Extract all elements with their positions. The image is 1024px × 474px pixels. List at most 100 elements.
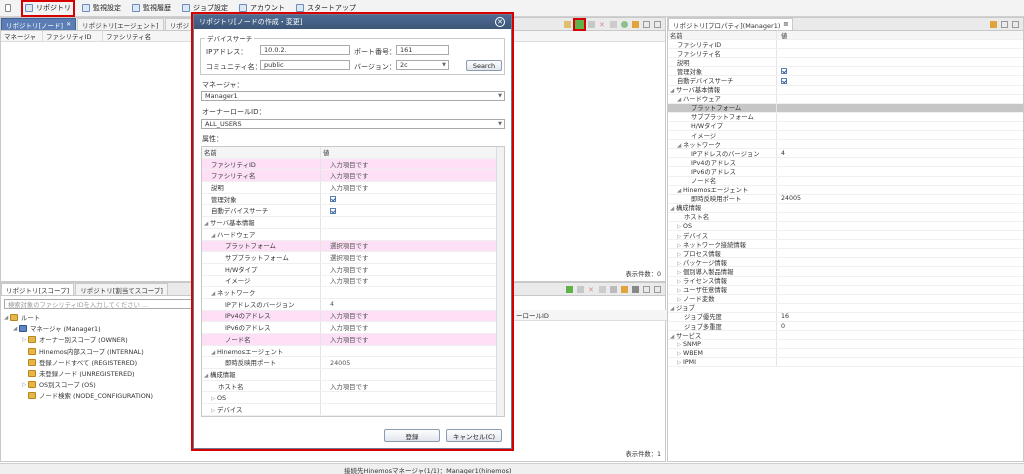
attribute-value[interactable]: 入力項目です <box>320 170 504 182</box>
tree-item[interactable]: 未登録ノード (UNREGISTERED) <box>4 368 194 379</box>
close-icon[interactable]: ✕ <box>495 17 505 27</box>
facility-search-input[interactable]: 検索対象のファシリティIDを入力してください ... <box>4 299 192 309</box>
delete-icon[interactable]: ✕ <box>588 286 595 294</box>
attribute-value[interactable] <box>320 217 504 228</box>
attribute-row[interactable]: ◢ 構成情報 <box>202 369 504 381</box>
attribute-value[interactable] <box>320 345 504 357</box>
manager-select[interactable]: Manager1 ▼ <box>201 91 505 101</box>
attribute-row[interactable]: 自動デバイスサーチ <box>202 205 504 218</box>
toolbar-button-4[interactable]: ジョブ設定 <box>180 2 230 15</box>
column-facility-name[interactable]: ファシリティ名 <box>103 30 193 42</box>
property-row[interactable]: ▷ WBEM <box>668 349 1023 359</box>
attribute-value[interactable]: 4 <box>320 298 504 310</box>
attribute-value[interactable] <box>320 392 504 404</box>
attribute-value[interactable]: 入力項目です <box>320 182 504 193</box>
add-icon[interactable] <box>566 285 573 293</box>
port-field[interactable]: 161 <box>396 45 449 55</box>
property-row[interactable]: ◢ サービス <box>668 331 1023 341</box>
filter-icon[interactable] <box>621 285 628 293</box>
attribute-row[interactable]: プラットフォーム 選択項目です <box>202 240 504 253</box>
attribute-value[interactable]: 入力項目です <box>320 322 504 333</box>
attribute-row[interactable]: IPv6のアドレス 入力項目です <box>202 322 504 334</box>
attribute-row[interactable]: ◢ Hinemosエージェント <box>202 345 504 358</box>
attribute-row[interactable]: ◢ ネットワーク <box>202 287 504 299</box>
register-button[interactable]: 登録 <box>384 429 440 442</box>
maximize-icon[interactable] <box>654 20 661 28</box>
property-row[interactable]: ホスト名 <box>668 212 1023 222</box>
attribute-row[interactable]: イメージ 入力項目です <box>202 275 504 288</box>
property-row[interactable]: ▷ SNMP <box>668 340 1023 350</box>
tree-item[interactable]: 登録ノードすべて (REGISTERED) <box>4 357 194 368</box>
attribute-row[interactable]: ファシリティID 入力項目です <box>202 158 504 171</box>
close-icon[interactable]: ⊠ <box>783 21 788 28</box>
attribute-value[interactable] <box>320 228 504 240</box>
filter-icon[interactable] <box>990 20 997 28</box>
attribute-value[interactable]: 24005 <box>320 357 504 369</box>
release-icon[interactable] <box>610 285 617 293</box>
attribute-value[interactable] <box>320 369 504 380</box>
attribute-value[interactable] <box>320 193 504 205</box>
tab-repository-node[interactable]: リポジトリ[ノード] ✕ <box>1 18 77 30</box>
attribute-value[interactable]: 選択項目です <box>320 240 504 252</box>
toolbar-button-6[interactable]: スタートアップ <box>294 2 358 15</box>
tree-item[interactable]: ▷ OS別スコープ (OS) <box>4 379 194 390</box>
filter-icon[interactable] <box>632 20 639 28</box>
tree-item[interactable]: ◢ マネージャ (Manager1) <box>4 323 194 334</box>
toolbar-button-5[interactable]: アカウント <box>237 2 287 15</box>
minimize-icon[interactable] <box>643 20 650 28</box>
copy-icon[interactable] <box>610 20 617 28</box>
toolbar-button-3[interactable]: 監視履歴 <box>130 2 173 15</box>
attribute-row[interactable]: ◢ ハードウェア <box>202 228 504 241</box>
attribute-value[interactable]: 選択項目です <box>320 252 504 263</box>
attribute-row[interactable]: ホスト名 入力項目です <box>202 380 504 393</box>
column-facility-id[interactable]: ファシリティID <box>43 30 103 42</box>
cancel-button[interactable]: キャンセル(C) <box>446 429 502 442</box>
attribute-value[interactable] <box>320 205 504 217</box>
toolbar-button-2[interactable]: 監視設定 <box>80 2 123 15</box>
checkbox-icon[interactable] <box>330 207 336 214</box>
tab-repository-agent[interactable]: リポジトリ[エージェント] <box>77 18 164 30</box>
minimize-icon[interactable] <box>643 285 650 293</box>
delete-icon[interactable]: ✕ <box>599 21 606 29</box>
attribute-row[interactable]: ファシリティ名 入力項目です <box>202 170 504 183</box>
property-row[interactable]: ▷ IPMI <box>668 358 1023 368</box>
close-icon[interactable]: ✕ <box>66 21 71 28</box>
grid-icon[interactable] <box>564 20 571 28</box>
attribute-value[interactable]: 入力項目です <box>320 310 504 322</box>
attribute-value[interactable] <box>320 404 504 415</box>
attribute-row[interactable]: IPv4のアドレス 入力項目です <box>202 310 504 323</box>
owner-role-select[interactable]: ALL_USERS ▼ <box>201 119 505 129</box>
scope-icon[interactable] <box>632 285 639 293</box>
tree-item[interactable]: ▷ オーナー別スコープ (OWNER) <box>4 334 194 345</box>
column-manager[interactable]: マネージャ <box>1 30 43 42</box>
tab-repository-assigned-scope[interactable]: リポジトリ[割当てスコープ] <box>75 283 168 295</box>
attribute-value[interactable]: 入力項目です <box>320 263 504 275</box>
attribute-value[interactable]: 入力項目です <box>320 275 504 287</box>
maximize-icon[interactable] <box>654 285 661 293</box>
tree-item[interactable]: Hinemos内部スコープ (INTERNAL) <box>4 346 194 357</box>
tab-repository-scope[interactable]: リポジトリ[スコープ] <box>1 283 75 295</box>
attribute-row[interactable]: ▷ デバイス <box>202 404 504 416</box>
attribute-value[interactable]: 入力項目です <box>320 158 504 170</box>
attribute-row[interactable]: ▷ OS <box>202 392 504 405</box>
maximize-icon[interactable] <box>1012 20 1019 28</box>
attribute-row[interactable]: 管理対象 <box>202 193 504 206</box>
search-button[interactable]: Search <box>466 60 502 71</box>
community-field[interactable]: public <box>260 60 350 70</box>
edit-icon[interactable] <box>577 285 584 293</box>
attribute-value[interactable]: 入力項目です <box>320 334 504 345</box>
version-select[interactable]: 2c ▼ <box>396 60 449 70</box>
vertical-scrollbar[interactable] <box>496 147 504 416</box>
assign-icon[interactable] <box>599 285 606 293</box>
edit-icon[interactable] <box>588 20 595 28</box>
toolbar-button-1[interactable]: リポジトリ <box>21 0 75 17</box>
minimize-icon[interactable] <box>1001 20 1008 28</box>
attribute-row[interactable]: 即時反映用ポート 24005 <box>202 357 504 370</box>
tab-repository-properties[interactable]: リポジトリ[プロパティ](Manager1) ⊠ <box>668 18 794 30</box>
toolbar-button-0[interactable] <box>3 2 16 15</box>
checkbox-icon[interactable] <box>330 196 336 203</box>
tree-item[interactable]: ノード検索 (NODE_CONFIGURATION) <box>4 390 194 401</box>
tree-item[interactable]: ◢ ルート <box>4 312 194 323</box>
attribute-value[interactable] <box>320 287 504 298</box>
refresh-icon[interactable] <box>621 20 628 28</box>
